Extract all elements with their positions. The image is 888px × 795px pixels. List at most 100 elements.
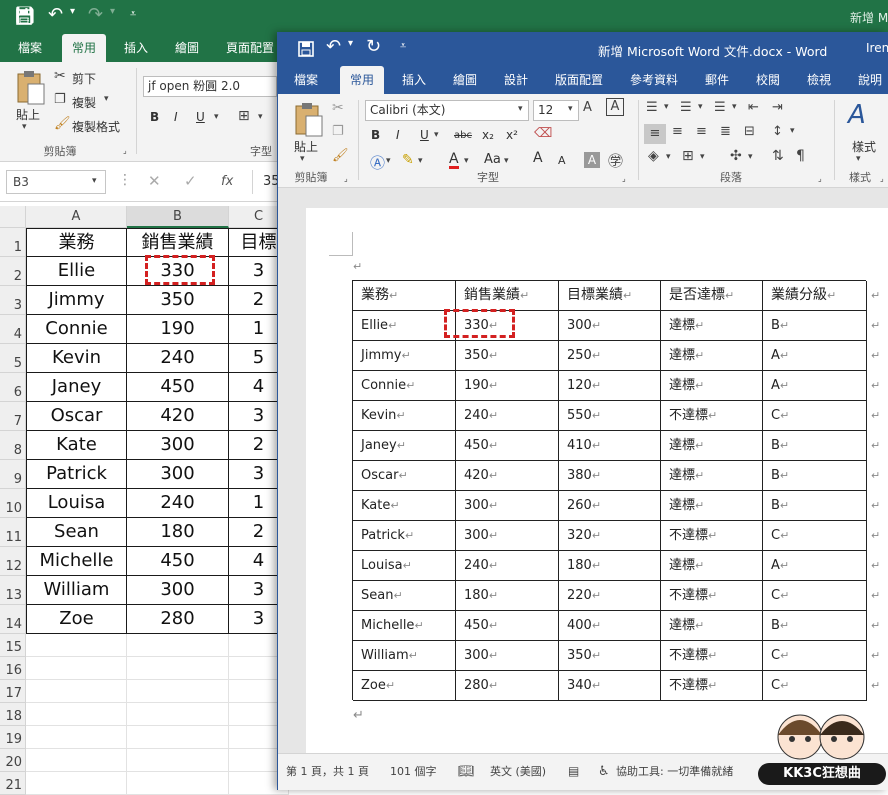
word-tab-insert[interactable]: 插入	[402, 66, 426, 94]
word-tab-draw[interactable]: 繪圖	[453, 66, 477, 94]
table-cell[interactable]: 410↵	[559, 431, 661, 461]
table-header-cell[interactable]: 業務↵	[353, 281, 456, 311]
table-cell[interactable]: 300↵	[559, 311, 661, 341]
justify-icon[interactable]: ≣	[720, 124, 731, 139]
word-tab-mailings[interactable]: 郵件	[705, 66, 729, 94]
table-cell[interactable]: Oscar↵	[353, 461, 456, 491]
empty-cell[interactable]	[127, 657, 229, 680]
customize-icon[interactable]: ⩡	[130, 7, 136, 21]
data-cell[interactable]: William	[26, 576, 127, 605]
table-cell[interactable]: 250↵	[559, 341, 661, 371]
excel-bold-button[interactable]: B	[150, 110, 159, 124]
text-effects-dropdown-icon[interactable]: ▾	[386, 156, 391, 166]
word-tab-review[interactable]: 校閱	[756, 66, 780, 94]
numbering-dropdown-icon[interactable]: ▾	[698, 102, 703, 112]
table-cell[interactable]: 380↵	[559, 461, 661, 491]
excel-tab-file[interactable]: 檔案	[18, 34, 42, 62]
line-spacing-dropdown-icon[interactable]: ▾	[790, 126, 795, 136]
data-cell[interactable]: 300	[127, 431, 229, 460]
data-cell[interactable]: 300	[127, 460, 229, 489]
insert-function-icon[interactable]: fx	[221, 174, 233, 189]
paste-dropdown-icon[interactable]: ▾	[300, 154, 305, 164]
empty-cell[interactable]	[127, 726, 229, 749]
data-cell[interactable]: 240	[127, 489, 229, 518]
word-tab-home[interactable]: 常用	[340, 66, 385, 94]
row-header[interactable]: 12	[0, 547, 26, 576]
table-cell[interactable]: 450↵	[456, 611, 559, 641]
word-table[interactable]: 業務↵ 銷售業績↵ 目標業績↵ 是否達標↵ 業績分級↵ ↵ Ellie↵ 330↵ 300↵ 達標…	[352, 280, 880, 701]
excel-underline-button[interactable]: U	[196, 110, 205, 124]
table-cell[interactable]: Ellie↵	[353, 311, 456, 341]
data-cell[interactable]: Kate	[26, 431, 127, 460]
table-cell[interactable]: B↵	[763, 311, 867, 341]
table-cell[interactable]: 不達標↵	[661, 401, 763, 431]
table-cell[interactable]: Janey↵	[353, 431, 456, 461]
table-cell[interactable]: 180↵	[456, 581, 559, 611]
shading-icon[interactable]: ◈	[648, 148, 659, 164]
row-header[interactable]: 9	[0, 460, 26, 489]
shrink-font-button[interactable]: A	[558, 154, 566, 167]
clipboard-launcher-icon[interactable]: ⌟	[123, 146, 127, 155]
undo-dropdown-icon[interactable]: ▾	[348, 38, 353, 49]
strikethrough-button[interactable]: abc	[454, 130, 472, 141]
enclose-character-icon[interactable]: ㊫	[608, 150, 623, 171]
font-size-dropdown-icon[interactable]: ▾	[568, 104, 573, 114]
data-cell[interactable]: Sean	[26, 518, 127, 547]
empty-cell[interactable]	[26, 657, 127, 680]
header-cell[interactable]: 業務	[26, 228, 127, 257]
row-header[interactable]: 8	[0, 431, 26, 460]
table-cell[interactable]: Patrick↵	[353, 521, 456, 551]
line-spacing-icon[interactable]: ↕	[772, 124, 783, 139]
format-painter-icon[interactable]: 🖌︎	[332, 148, 349, 163]
row-header[interactable]: 14	[0, 605, 26, 634]
table-cell[interactable]: Sean↵	[353, 581, 456, 611]
save-icon[interactable]	[16, 9, 32, 25]
align-center-icon[interactable]: ≡	[672, 124, 683, 139]
bullets-dropdown-icon[interactable]: ▾	[664, 102, 669, 112]
copy-icon[interactable]: ❐	[54, 92, 66, 107]
row-header[interactable]: 19	[0, 726, 26, 749]
document-page[interactable]: ↵ 業務↵ 銷售業績↵ 目標業績↵ 是否達標↵ 業績分級↵ ↵ Ellie↵ 330↵ 300↵…	[306, 208, 888, 768]
excel-tab-page-layout[interactable]: 頁面配置	[226, 34, 274, 62]
borders-dropdown-icon[interactable]: ▾	[700, 152, 705, 162]
data-cell[interactable]: Oscar	[26, 402, 127, 431]
row-header[interactable]: 2	[0, 257, 26, 286]
row-header[interactable]: 21	[0, 772, 26, 795]
asian-layout-icon[interactable]: ✣	[730, 148, 742, 164]
table-cell[interactable]: Connie↵	[353, 371, 456, 401]
data-cell[interactable]: Michelle	[26, 547, 127, 576]
font-color-button[interactable]: A	[449, 152, 459, 169]
row-header[interactable]: 13	[0, 576, 26, 605]
data-cell[interactable]: Kevin	[26, 344, 127, 373]
table-cell[interactable]: 190↵	[456, 371, 559, 401]
empty-cell[interactable]	[127, 680, 229, 703]
table-cell[interactable]: C↵	[763, 641, 867, 671]
table-cell[interactable]: Jimmy↵	[353, 341, 456, 371]
data-cell[interactable]: 420	[127, 402, 229, 431]
table-cell[interactable]: William↵	[353, 641, 456, 671]
word-italic-button[interactable]: I	[396, 128, 400, 142]
paste-icon[interactable]	[14, 70, 46, 106]
table-cell[interactable]: 420↵	[456, 461, 559, 491]
table-cell[interactable]: 340↵	[559, 671, 661, 701]
change-case-dropdown-icon[interactable]: ▾	[504, 156, 509, 166]
highlight-dropdown-icon[interactable]: ▾	[418, 156, 423, 166]
table-cell[interactable]: 達標↵	[661, 311, 763, 341]
clear-format-icon[interactable]: A	[606, 98, 624, 116]
table-cell[interactable]: A↵	[763, 371, 867, 401]
data-cell[interactable]: 450	[127, 373, 229, 402]
word-tab-design[interactable]: 設計	[504, 66, 528, 94]
eraser-icon[interactable]: ⌫	[534, 126, 552, 141]
table-cell[interactable]: 達標↵	[661, 491, 763, 521]
table-cell[interactable]: Zoe↵	[353, 671, 456, 701]
paragraph-launcher-icon[interactable]: ⌟	[818, 174, 822, 183]
table-header-cell[interactable]: 銷售業績↵	[456, 281, 559, 311]
column-header-b[interactable]: B	[127, 206, 229, 228]
table-header-cell[interactable]: 是否達標↵	[661, 281, 763, 311]
table-cell[interactable]: A↵	[763, 341, 867, 371]
empty-cell[interactable]	[26, 634, 127, 657]
word-tab-help[interactable]: 說明	[858, 66, 882, 94]
show-marks-icon[interactable]: ¶	[796, 148, 805, 164]
user-name[interactable]: Irene	[866, 41, 888, 55]
table-cell[interactable]: B↵	[763, 491, 867, 521]
